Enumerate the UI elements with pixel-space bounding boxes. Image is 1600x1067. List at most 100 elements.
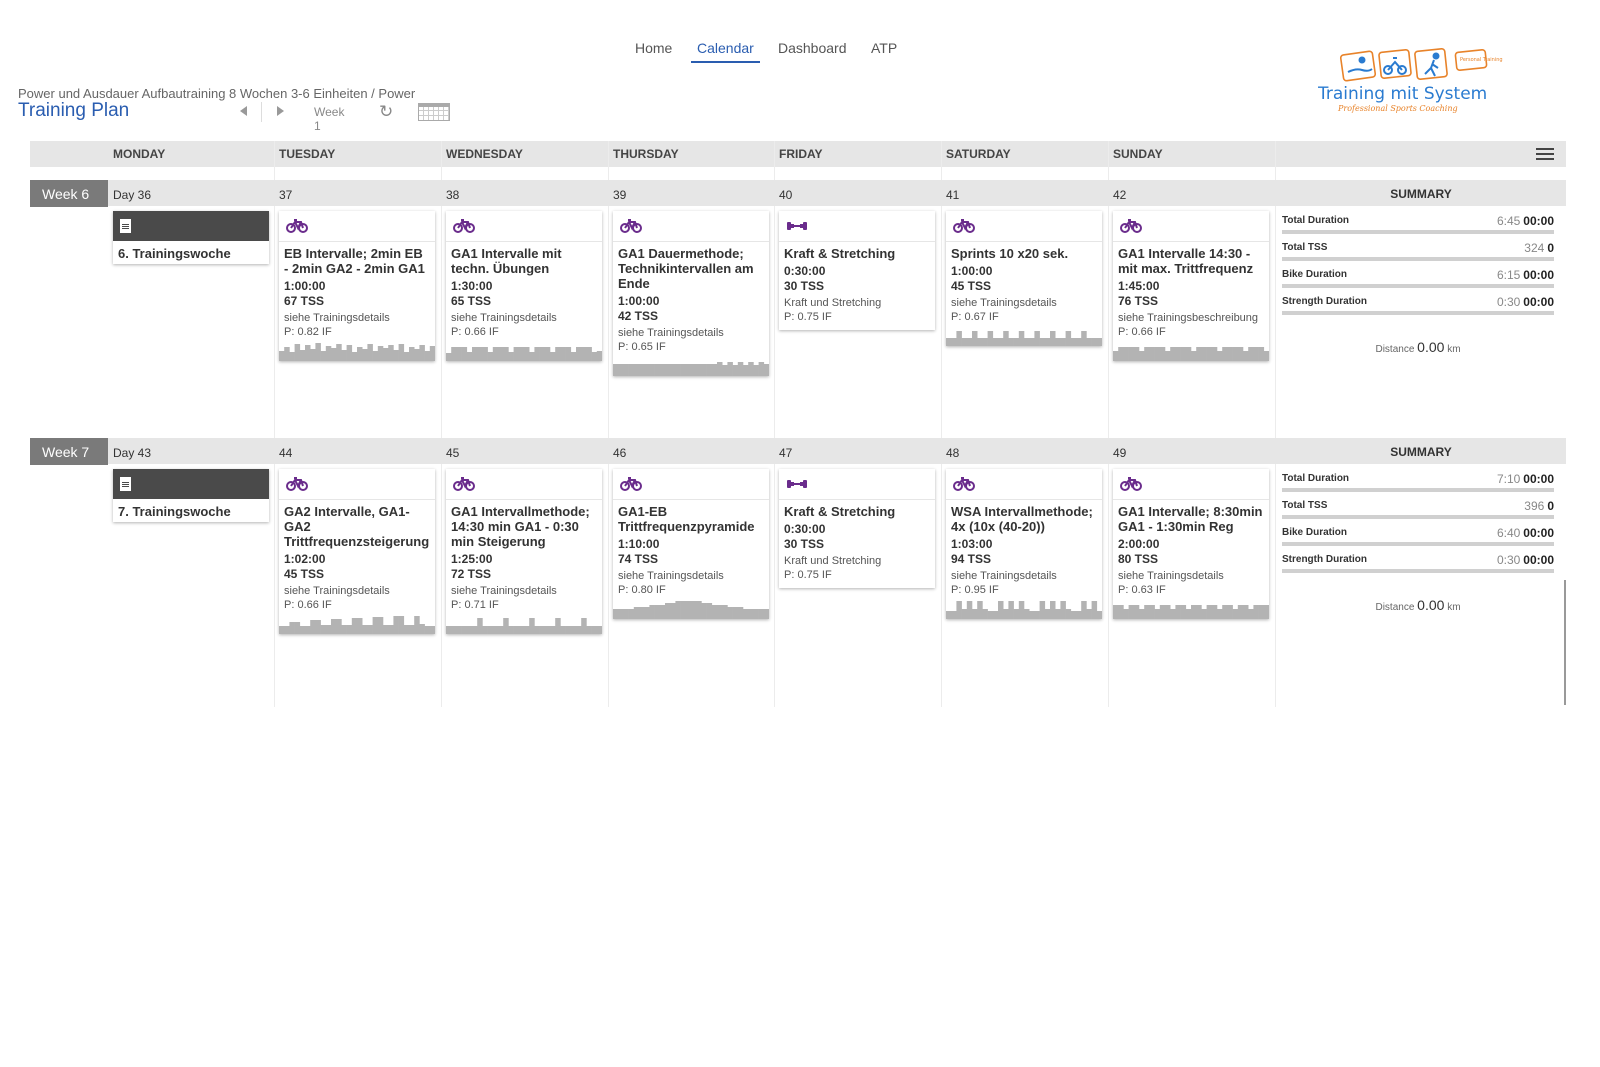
profile-bar: [456, 347, 462, 361]
calendar-picker-icon[interactable]: [418, 103, 450, 121]
summary-planned: 0: [1547, 499, 1554, 513]
profile-bar: [1165, 351, 1171, 361]
profile-bar: [487, 352, 494, 361]
workout-type: [613, 211, 769, 242]
profile-bar: [1086, 338, 1092, 346]
summary-planned: 00:00: [1523, 268, 1554, 282]
workout-card[interactable]: GA1 Dauermethode; Technikintervallen am …: [613, 211, 769, 376]
workout-profile-chart: [946, 601, 1102, 619]
workout-body: GA1-EB Trittfrequenzpyramide 1:10:00 74 TS…: [613, 500, 769, 597]
summary-label: Bike Duration: [1282, 527, 1348, 538]
profile-bar: [466, 626, 473, 634]
menu-icon[interactable]: [1536, 148, 1554, 160]
workout-card[interactable]: GA2 Intervalle, GA1-GA2 Trittfrequenzste…: [279, 469, 435, 634]
profile-bar: [717, 605, 723, 619]
workout-card[interactable]: Kraft & Stretching 0:30:00 30 TSS Kraft und…: [779, 211, 935, 330]
profile-bar: [414, 349, 420, 361]
profile-bar: [1175, 605, 1181, 619]
profile-bar: [701, 364, 707, 376]
nav-dashboard[interactable]: Dashboard: [778, 40, 847, 61]
nav-atp[interactable]: ATP: [871, 40, 897, 61]
workout-title: Kraft & Stretching: [784, 504, 896, 519]
workout-description: siehe Trainingsdetails: [618, 570, 724, 582]
profile-bar: [357, 618, 363, 634]
week-note-card[interactable]: 7. Trainingswoche: [113, 469, 269, 522]
workout-card[interactable]: WSA Intervallmethode; 4x (10x (40-20)) 1:…: [946, 469, 1102, 619]
profile-bar: [654, 364, 661, 376]
profile-bar: [1065, 609, 1072, 619]
workout-type: [446, 469, 602, 500]
profile-bar: [320, 351, 327, 361]
day-number: 46: [613, 446, 627, 460]
workout-card[interactable]: GA1 Intervalle 14:30 - mit max. Trittfre…: [1113, 211, 1269, 361]
workout-type: [1113, 211, 1269, 242]
logo-badge: Personal Training: [1460, 57, 1503, 63]
profile-bar: [315, 343, 321, 361]
profile-bar: [482, 626, 488, 634]
profile-bar: [613, 609, 619, 619]
profile-bar: [1024, 338, 1030, 346]
profile-bar: [576, 347, 582, 361]
profile-bar: [492, 626, 499, 634]
workout-card[interactable]: GA1 Intervalle; 8:30min GA1 - 1:30min Re…: [1113, 469, 1269, 619]
summary-actual: 324: [1524, 241, 1545, 255]
scrollbar[interactable]: [1564, 580, 1566, 705]
nav-calendar[interactable]: Calendar: [691, 40, 760, 63]
profile-bar: [1044, 338, 1051, 346]
workout-description: siehe Trainingsdetails: [951, 297, 1057, 309]
day-number: 38: [446, 188, 460, 202]
profile-bar: [685, 364, 692, 376]
profile-bar: [591, 626, 598, 634]
workout-card[interactable]: GA1 Intervallmethode; 14:30 min GA1 - 0:…: [446, 469, 602, 634]
workout-body: Kraft & Stretching 0:30:00 30 TSS Kraft und…: [779, 500, 935, 588]
profile-bar: [1149, 605, 1155, 619]
workout-card[interactable]: Sprints 10 x20 sek. 1:00:00 45 TSS siehe Tr…: [946, 211, 1102, 346]
distance-label: Distance: [1375, 602, 1415, 613]
document-icon: [120, 219, 131, 233]
profile-bar: [1196, 605, 1202, 619]
profile-bar: [336, 344, 342, 361]
profile-bar: [482, 347, 488, 361]
profile-bar: [1227, 605, 1233, 619]
profile-bar: [1013, 338, 1020, 346]
profile-bar: [1029, 611, 1035, 619]
workout-duration: 1:00:00: [284, 279, 326, 293]
profile-bar: [279, 351, 285, 361]
workout-card[interactable]: GA1-EB Trittfrequenzpyramide 1:10:00 74 TS…: [613, 469, 769, 619]
summary-row: Total Duration 7:10 00:00: [1282, 472, 1554, 499]
workout-type: [446, 211, 602, 242]
next-week-icon[interactable]: [277, 106, 284, 116]
profile-bar: [331, 619, 337, 634]
workout-type: [1113, 469, 1269, 500]
workout-card[interactable]: GA1 Intervalle mit techn. Übungen 1:30:00…: [446, 211, 602, 361]
summary-label: Total Duration: [1282, 473, 1350, 484]
nav-home[interactable]: Home: [635, 40, 672, 61]
profile-bar: [383, 625, 389, 634]
profile-bar: [1191, 605, 1197, 619]
workout-body: GA1 Intervalle mit techn. Übungen 1:30:00…: [446, 242, 602, 339]
profile-bar: [946, 611, 952, 619]
prev-week-icon[interactable]: [240, 106, 247, 116]
profile-bar: [565, 347, 572, 361]
profile-bar: [613, 364, 619, 376]
profile-bar: [670, 603, 676, 619]
workout-body: EB Intervalle; 2min EB - 2min GA2 - 2min…: [279, 242, 435, 339]
profile-bar: [1118, 347, 1124, 361]
profile-bar: [1018, 601, 1025, 619]
profile-bar: [1003, 331, 1009, 346]
profile-bar: [325, 625, 332, 634]
week-note-card[interactable]: 6. Trainingswoche: [113, 211, 269, 264]
profile-bar: [1060, 338, 1066, 346]
workout-card[interactable]: EB Intervalle; 2min EB - 2min GA2 - 2min…: [279, 211, 435, 361]
profile-bar: [763, 364, 769, 376]
profile-bar: [998, 338, 1004, 346]
profile-bar: [706, 603, 713, 619]
refresh-icon[interactable]: ↻: [379, 103, 393, 120]
workout-card[interactable]: Kraft & Stretching 0:30:00 30 TSS Kraft und…: [779, 469, 935, 588]
profile-bar: [706, 364, 713, 376]
workout-description: siehe Trainingsdetails: [284, 312, 390, 324]
profile-bar: [518, 626, 525, 634]
profile-bar: [581, 347, 587, 361]
profile-bar: [503, 618, 509, 634]
summary-row: Strength Duration 0:30 00:00: [1282, 553, 1554, 580]
